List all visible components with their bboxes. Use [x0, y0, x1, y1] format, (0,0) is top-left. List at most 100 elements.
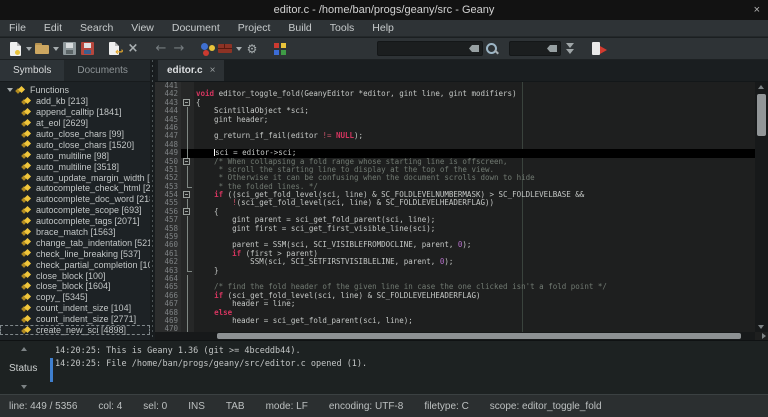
horizontal-scrollbar[interactable] — [155, 332, 755, 340]
open-file-button[interactable] — [33, 40, 51, 58]
tree-item[interactable]: autocomplete_tags [2071] — [0, 216, 150, 227]
status-message-row[interactable]: 14:20:25: This is Geany 1.36 (git >= 4bc… — [55, 345, 764, 358]
goto-line-button[interactable] — [561, 40, 579, 58]
tab-editor-c[interactable]: editor.c × — [158, 60, 224, 81]
vertical-scroll-thumb[interactable] — [757, 94, 766, 136]
build-button[interactable] — [216, 40, 234, 58]
revert-button[interactable]: ↩ — [106, 40, 124, 58]
editor-tab-label: editor.c — [167, 65, 203, 76]
tree-item-label: autocomplete_scope [693] — [36, 205, 142, 215]
code-line[interactable]: 445 gint header; — [155, 116, 755, 124]
tree-item[interactable]: autocomplete_doc_word [2180] — [0, 194, 150, 205]
tree-item[interactable]: create_new_sci [4898] — [0, 325, 150, 336]
save-all-button[interactable] — [78, 40, 96, 58]
nav-forward-button[interactable]: → — [170, 40, 188, 58]
tab-documents[interactable]: Documents — [64, 60, 141, 81]
nav-back-button[interactable]: ← — [152, 40, 170, 58]
status-bar: line: 449 / 5356col: 4sel: 0INSTABmode: … — [0, 394, 768, 417]
compile-button[interactable] — [198, 40, 216, 58]
fold-marker[interactable] — [181, 191, 194, 199]
menu-view[interactable]: View — [122, 22, 163, 34]
code-line[interactable]: 467 header = line; — [155, 300, 755, 308]
code-line[interactable]: 462 SSM(sci, SCI_SETFIRSTVISIBLELINE, pa… — [155, 258, 755, 266]
menu-search[interactable]: Search — [71, 22, 122, 34]
code-text: !(sci_get_fold_level(sci, line) & SC_FOL… — [194, 199, 755, 207]
tree-item[interactable]: autocomplete_check_html [2088] — [0, 183, 150, 194]
tab-symbols[interactable]: Symbols — [0, 60, 64, 81]
vertical-scrollbar[interactable] — [755, 82, 768, 332]
tree-item[interactable]: auto_multiline [3518] — [0, 161, 150, 172]
tree-item[interactable]: at_eol [2629] — [0, 118, 150, 129]
horizontal-scroll-thumb[interactable] — [217, 333, 741, 339]
tab-status[interactable]: Status — [9, 363, 37, 374]
new-file-dropdown[interactable] — [24, 40, 33, 58]
symbol-icon — [22, 249, 32, 258]
build-dropdown[interactable] — [234, 40, 243, 58]
fold-marker[interactable] — [181, 158, 194, 166]
tree-item[interactable]: change_tab_indentation [5210] — [0, 237, 150, 248]
line-number[interactable]: 470 — [155, 325, 181, 332]
tree-item[interactable]: auto_multiline [98] — [0, 150, 150, 161]
tree-item[interactable]: add_kb [213] — [0, 96, 150, 107]
window-close-icon[interactable]: × — [754, 0, 760, 20]
goto-line-input[interactable] — [509, 41, 561, 56]
expander-icon[interactable] — [5, 86, 14, 95]
code-line[interactable]: 447 g_return_if_fail(editor != NULL); — [155, 132, 755, 140]
tree-item[interactable]: check_partial_completion [1016] — [0, 259, 150, 270]
code-area[interactable]: 441442void editor_toggle_fold(GeanyEdito… — [155, 82, 755, 332]
search-input[interactable] — [377, 41, 483, 56]
code-line[interactable]: 463 } — [155, 267, 755, 275]
clear-icon[interactable] — [547, 45, 557, 52]
menu-edit[interactable]: Edit — [35, 22, 71, 34]
scroll-up-icon[interactable] — [758, 85, 764, 89]
fold-marker[interactable] — [181, 208, 194, 216]
tree-item[interactable]: brace_match [1563] — [0, 227, 150, 238]
tree-item[interactable]: autocomplete_scope [693] — [0, 205, 150, 216]
tree-item[interactable]: count_indent_size [104] — [0, 303, 150, 314]
code-line[interactable]: 469 header = sci_get_fold_parent(sci, li… — [155, 317, 755, 325]
find-button[interactable] — [483, 40, 501, 58]
fold-marker — [181, 132, 194, 140]
tree-item[interactable]: count_indent_size [2771] — [0, 314, 150, 325]
menu-project[interactable]: Project — [229, 22, 280, 34]
tree-item[interactable]: auto_update_margin_width [989] — [0, 172, 150, 183]
msg-tabs-scroll-down-icon[interactable] — [21, 385, 27, 389]
code-line[interactable]: 470 — [155, 325, 755, 332]
clear-icon[interactable] — [469, 45, 479, 52]
back-arrow-icon: ← — [156, 42, 167, 55]
tree-item[interactable]: close_block [1604] — [0, 281, 150, 292]
menu-help[interactable]: Help — [363, 22, 403, 34]
msg-tabs-scroll-up-icon[interactable] — [21, 347, 27, 351]
code-line[interactable]: 458 gint first = sci_get_first_visible_l… — [155, 225, 755, 233]
quit-button[interactable] — [589, 40, 607, 58]
tree-root-functions[interactable]: Functions — [0, 85, 150, 96]
scroll-down-icon[interactable] — [758, 325, 764, 329]
tree-item[interactable]: check_line_breaking [537] — [0, 248, 150, 259]
code-line[interactable]: 455 !(sci_get_fold_level(sci, line) & SC… — [155, 199, 755, 207]
symbol-icon — [22, 271, 32, 280]
menu-file[interactable]: File — [0, 22, 35, 34]
status-message-row[interactable]: 14:20:25: File /home/ban/progs/geany/src… — [55, 358, 764, 371]
close-file-button[interactable]: × — [124, 40, 142, 58]
run-button[interactable]: ⚙ — [243, 40, 261, 58]
tree-item[interactable]: auto_close_chars [99] — [0, 129, 150, 140]
scroll-right-icon[interactable] — [762, 333, 766, 339]
code-text: header = line; — [194, 300, 755, 308]
tab-close-icon[interactable]: × — [210, 65, 216, 76]
fold-marker[interactable] — [181, 99, 194, 107]
color-chooser-button[interactable] — [271, 40, 289, 58]
open-file-dropdown[interactable] — [51, 40, 60, 58]
save-button[interactable] — [60, 40, 78, 58]
tree-item-label: add_kb [213] — [36, 96, 88, 106]
code-line[interactable]: 442void editor_toggle_fold(GeanyEditor *… — [155, 90, 755, 98]
menu-tools[interactable]: Tools — [321, 22, 364, 34]
titlebar[interactable]: editor.c - /home/ban/progs/geany/src - G… — [0, 0, 768, 20]
new-file-button[interactable] — [6, 40, 24, 58]
tree-item[interactable]: close_block [100] — [0, 270, 150, 281]
tree-item[interactable]: auto_close_chars [1520] — [0, 139, 150, 150]
tree-item-label: close_block [1604] — [36, 281, 111, 291]
menu-document[interactable]: Document — [163, 22, 229, 34]
menu-build[interactable]: Build — [279, 22, 320, 34]
tree-item[interactable]: append_calltip [1841] — [0, 107, 150, 118]
tree-item[interactable]: copy_ [5345] — [0, 292, 150, 303]
